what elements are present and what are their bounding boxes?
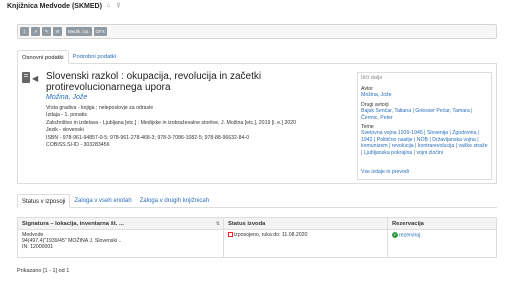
speaker-icon[interactable]: ◀ — [32, 74, 38, 83]
detail-row: Vrsta gradiva - knjiga ; neleposlovje za… — [46, 105, 154, 111]
library-title: Knjižnica Medvode (SKMED) — [7, 3, 102, 10]
availability-tabs: Status v izposoji Zaloga v vseh enotah Z… — [17, 194, 497, 208]
email-icon[interactable]: ✉ — [53, 27, 62, 36]
record-details: Vrsta gradiva - knjiga ; neleposlovje za… — [46, 105, 336, 149]
author-section: Avtor Možina, Jože — [361, 86, 488, 99]
home-icon[interactable]: ⌂ — [105, 3, 112, 10]
other-authors-links[interactable]: Bajuk Senčar, Tatiana | Griesser Pečar, … — [361, 108, 488, 121]
topic-links[interactable]: Svetovna vojna 1939-1945 | Slovenija | Z… — [361, 130, 488, 156]
tab-basic-data[interactable]: Osnovni podatki — [17, 50, 69, 64]
book-icon — [22, 72, 30, 83]
location-icon[interactable]: ⚲ — [115, 3, 122, 10]
all-editions-link[interactable]: Vse izdaje in prevodi — [361, 169, 409, 175]
other-authors-section: Drugi avtorji Bajuk Senčar, Tatiana | Gr… — [361, 102, 488, 121]
detail-row: ISBN - 978-961-94857-0-5; 978-961-278-46… — [46, 134, 250, 141]
status-cell: izposojeno, ruka do: 11.08.2020 — [224, 230, 388, 257]
edit-icon[interactable]: ✎ — [42, 27, 51, 36]
tab-detailed-data[interactable]: Podrobni podatki — [69, 50, 121, 64]
check-icon: ✓ — [392, 232, 398, 238]
search-further-panel: Išči dalje Avtor Možina, Jože Drugi avto… — [357, 72, 492, 180]
reservation-cell: ✓ rezerviraj — [388, 230, 496, 257]
search-further-heading: Išči dalje — [361, 75, 383, 81]
col-reservation: Rezervacija — [392, 221, 424, 227]
gfx-button[interactable]: GFX — [93, 27, 107, 36]
table-row: Medvode 94(497.4)"1939/45" MOŽINA J. Slo… — [18, 230, 496, 257]
tab-stock-other-libraries[interactable]: Zaloga v drugih knjižnicah — [136, 194, 213, 208]
tab-stock-all-units[interactable]: Zaloga v vseh enotah — [70, 194, 135, 208]
record-tabs: Osnovni podatki Podrobni podatki — [17, 50, 497, 64]
record-panel: ◀ Slovenski razkol : okupacija, revoluci… — [17, 64, 497, 184]
record-title: Slovenski razkol : okupacija, revolucija… — [46, 71, 262, 93]
download-icon[interactable]: ⇩ — [20, 27, 29, 36]
detail-row: Jezik - slovenski — [46, 127, 84, 134]
detail-row: COBISS.SI-ID - 303283456 — [46, 142, 110, 149]
reserve-link[interactable]: rezerviraj — [399, 232, 420, 238]
pagination-info: Prikazano [1 - 1] od 1 — [17, 268, 70, 274]
medik-button[interactable]: Medik. izp. — [66, 27, 92, 36]
toolbar: ⇩ ↗ ✎ ✉ Medik. izp. GFX — [17, 24, 497, 39]
tab-loan-status[interactable]: Status v izposoji — [17, 194, 71, 208]
share-icon[interactable]: ↗ — [31, 27, 40, 36]
detail-row: Založništvo in izdelava - Ljubljana [etc… — [46, 119, 297, 126]
page-header: Knjižnica Medvode (SKMED) ⌂ ⚲ — [7, 3, 122, 10]
table-header: Signatura – lokacija, inventarna št. ...… — [18, 218, 496, 230]
author-link[interactable]: Možina, Jože — [361, 92, 488, 98]
col-location[interactable]: Signatura – lokacija, inventarna št. ...… — [18, 218, 224, 229]
availability-table: Signatura – lokacija, inventarna št. ...… — [17, 217, 497, 258]
loaned-status-icon — [228, 232, 233, 238]
record-author[interactable]: Možina, Jože — [46, 94, 87, 101]
topics-section: Teme Svetovna vojna 1939-1945 | Slovenij… — [361, 124, 488, 156]
sort-icon[interactable]: ⇅ — [216, 218, 220, 230]
col-status[interactable]: Status izvoda — [224, 218, 388, 229]
detail-row: Izdaja - 1. ponatis — [46, 112, 87, 119]
location-cell: Medvode 94(497.4)"1939/45" MOŽINA J. Slo… — [18, 230, 224, 257]
